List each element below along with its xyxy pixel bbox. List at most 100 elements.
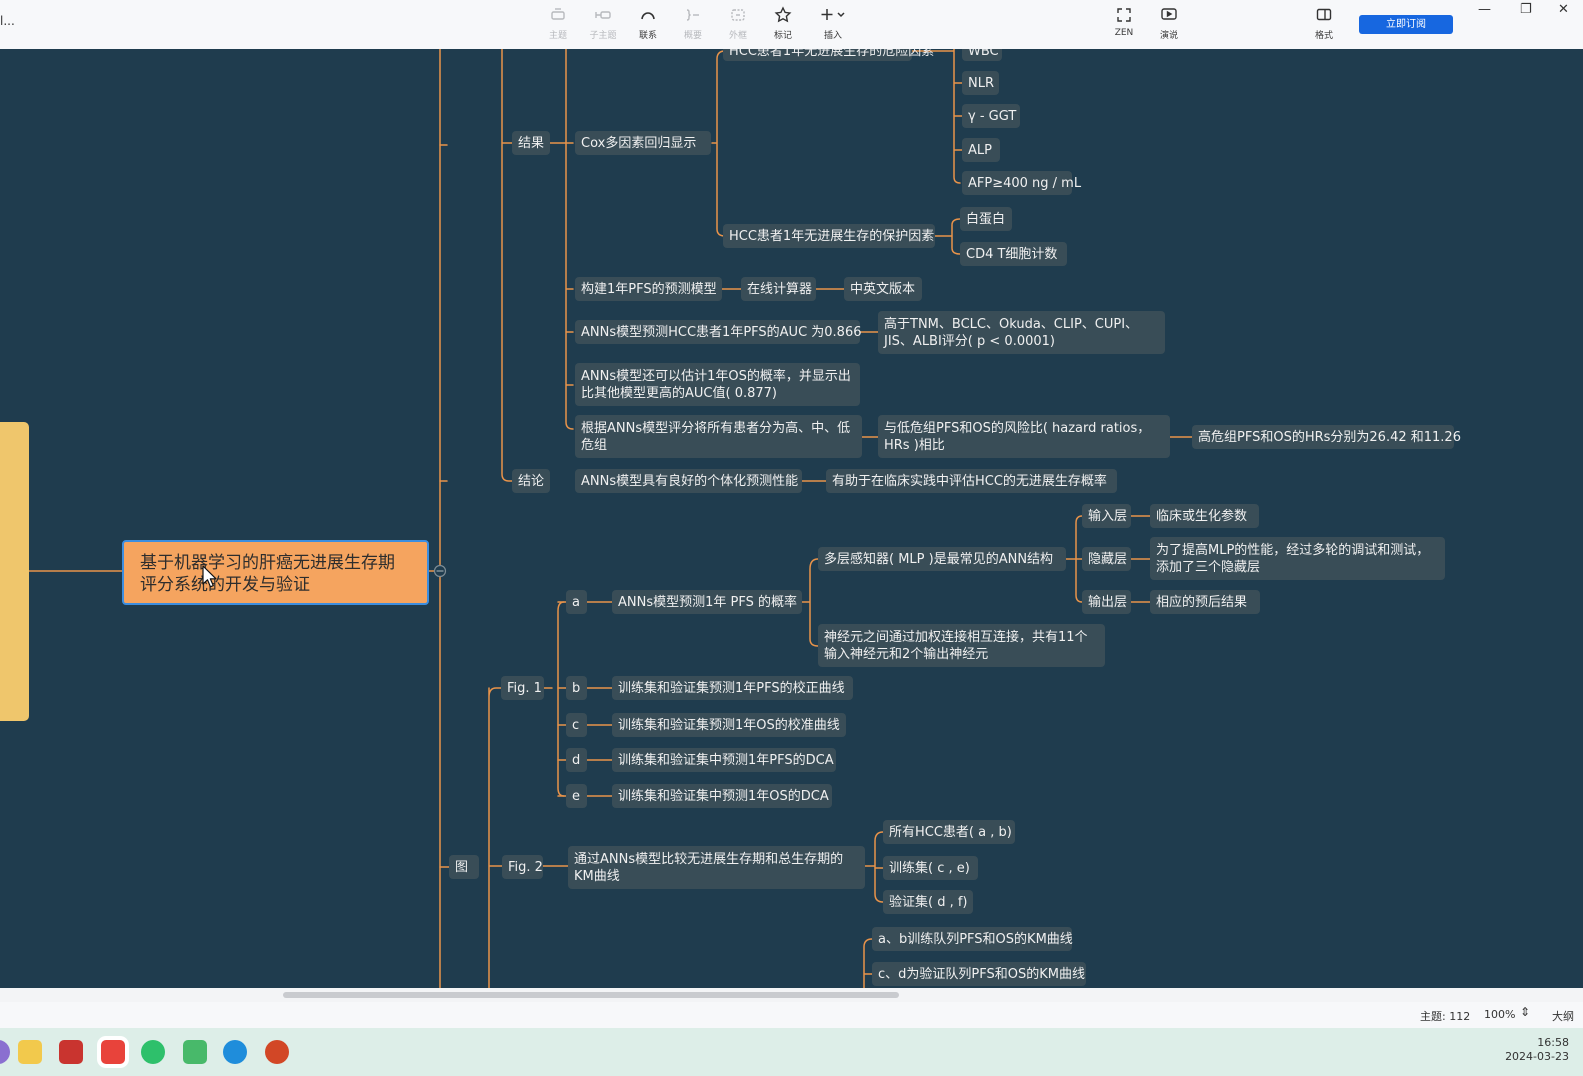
wbc-node[interactable]: WBC <box>962 49 1002 61</box>
cd4-node[interactable]: CD4 T细胞计数 <box>960 242 1067 266</box>
fig1-a-label[interactable]: a <box>566 590 587 614</box>
fig1-node[interactable]: Fig. 1 <box>501 676 544 700</box>
input-layer-value-node[interactable]: 临床或生化参数 <box>1150 504 1259 528</box>
fig1-d-label[interactable]: d <box>566 748 587 772</box>
auc-node[interactable]: ANNs模型预测HCC患者1年PFS的AUC 为0.866 <box>575 320 862 344</box>
title-bar: l... 主题 子主题 联系 概要 外框 标记 插入 ZEN 演说 格式 立即订… <box>0 0 1583 50</box>
parent-topic-edge[interactable] <box>0 422 29 721</box>
fig1-e-text[interactable]: 训练集和验证集中预测1年OS的DCA <box>612 784 832 808</box>
present-label: 演说 <box>1159 31 1178 41</box>
topic-label: 主题 <box>548 31 567 41</box>
input-layer-node[interactable]: 输入层 <box>1082 504 1131 528</box>
hr-values-node[interactable]: 高危组PFS和OS的HRs分别为26.42 和11.26 <box>1192 425 1461 449</box>
horizontal-scrollbar[interactable] <box>0 988 1583 1002</box>
taskbar-app-icon[interactable] <box>0 1040 10 1064</box>
restore-button[interactable]: ❐ <box>1520 2 1532 17</box>
km-validation-node[interactable]: c、d为验证队列PFS和OS的KM曲线 <box>872 962 1086 986</box>
hazard-ratio-node[interactable]: 与低危组PFS和OS的风险比( hazard ratios，HRs )相比 <box>878 415 1170 458</box>
relation-button[interactable]: 联系 <box>628 6 668 41</box>
fig1-c-label[interactable]: c <box>566 713 587 737</box>
alp-node[interactable]: ALP <box>962 138 1000 162</box>
fig1-b-text[interactable]: 训练集和验证集预测1年PFS的校正曲线 <box>612 676 853 700</box>
output-layer-node[interactable]: 输出层 <box>1082 590 1131 614</box>
hcc-protective-factors[interactable]: HCC患者1年无进展生存的保护因素 <box>723 224 935 248</box>
minimize-button[interactable]: — <box>1478 2 1491 17</box>
albumin-node[interactable]: 白蛋白 <box>960 207 1012 231</box>
higher-than-scores-node[interactable]: 高于TNM、BCLC、Okuda、CLIP、CUPI、JIS、ALBI评分( p… <box>878 311 1165 354</box>
status-bar: 主题: 112 100% ⇕ 大纲 <box>0 1002 1583 1028</box>
fig2-node[interactable]: Fig. 2 <box>502 855 543 879</box>
window-title: l... <box>0 14 15 28</box>
bilingual-version-node[interactable]: 中英文版本 <box>844 277 922 301</box>
xmind-icon[interactable] <box>101 1040 125 1064</box>
validation-set-node[interactable]: 验证集( d , f) <box>883 890 973 914</box>
ggt-node[interactable]: γ - GGT <box>962 104 1020 128</box>
conclusion-node[interactable]: 结论 <box>512 469 550 493</box>
fig2-text-node[interactable]: 通过ANNs模型比较无进展生存期和总生存期的KM曲线 <box>568 846 865 889</box>
file-explorer-icon[interactable] <box>18 1040 42 1064</box>
plus-icon <box>810 6 856 28</box>
zotero-icon[interactable] <box>59 1040 83 1064</box>
fig1-b-label[interactable]: b <box>566 676 587 700</box>
build-model-node[interactable]: 构建1年PFS的预测模型 <box>575 277 722 301</box>
zoom-stepper-icon[interactable]: ⇕ <box>1520 1005 1530 1019</box>
insert-label: 插入 <box>823 31 842 41</box>
horizontal-scrollbar-thumb[interactable] <box>283 992 899 998</box>
figures-node[interactable]: 图 <box>449 855 479 879</box>
subscribe-button[interactable]: 立即订阅 <box>1359 15 1453 34</box>
training-set-node[interactable]: 训练集( c , e) <box>883 856 978 880</box>
central-topic[interactable]: 基于机器学习的肝癌无进展生存期评分系统的开发与验证 <box>122 540 429 605</box>
fullscreen-icon <box>1104 6 1144 28</box>
wechat-icon[interactable] <box>141 1040 165 1064</box>
marker-button[interactable]: 标记 <box>763 6 803 41</box>
os-probability-node[interactable]: ANNs模型还可以估计1年OS的概率，并显示出比其他模型更高的AUC值( 0.8… <box>575 363 860 406</box>
close-button[interactable]: ✕ <box>1558 2 1569 17</box>
taskbar: 16:58 2024-03-23 <box>0 1028 1583 1076</box>
boundary-button[interactable]: 外框 <box>718 6 758 41</box>
afp-node[interactable]: AFP≥400 ng / mL <box>962 171 1081 195</box>
mindmap-canvas[interactable]: 基于机器学习的肝癌无进展生存期评分系统的开发与验证 HCC患者1年无进展生存的危… <box>0 49 1583 988</box>
screen-share-icon[interactable] <box>183 1040 207 1064</box>
fig1-a-text[interactable]: ANNs模型预测1年 PFS 的概率 <box>612 590 802 614</box>
hidden-layer-value-node[interactable]: 为了提高MLP的性能，经过多轮的调试和测试，添加了三个隐藏层 <box>1150 537 1445 580</box>
cox-regression-node[interactable]: Cox多因素回归显示 <box>575 131 711 155</box>
relation-label: 联系 <box>638 31 657 41</box>
boundary-icon <box>718 6 758 28</box>
subtopic-button[interactable]: 子主题 <box>583 6 623 41</box>
km-training-node[interactable]: a、b训练队列PFS和OS的KM曲线 <box>872 927 1073 951</box>
all-hcc-patients-node[interactable]: 所有HCC患者( a , b) <box>883 820 1015 844</box>
play-icon <box>1149 6 1189 28</box>
powerpoint-icon[interactable] <box>265 1040 289 1064</box>
clinical-utility-node[interactable]: 有助于在临床实践中评估HCC的无进展生存概率 <box>826 469 1117 493</box>
results-node[interactable]: 结果 <box>512 131 550 155</box>
mlp-node[interactable]: 多层感知器( MLP )是最常见的ANN结构 <box>818 547 1066 571</box>
format-button[interactable]: 格式 <box>1304 6 1344 41</box>
outline-button[interactable]: 大纲 <box>1552 1008 1574 1024</box>
topic-button[interactable]: 主题 <box>538 6 578 41</box>
summary-button[interactable]: 概要 <box>673 6 713 41</box>
clock-date: 2024-03-23 <box>1505 1050 1569 1063</box>
fig1-d-text[interactable]: 训练集和验证集中预测1年PFS的DCA <box>612 748 836 772</box>
nlr-node[interactable]: NLR <box>962 71 999 95</box>
present-button[interactable]: 演说 <box>1149 6 1189 41</box>
subtopic-icon <box>583 6 623 28</box>
fig1-e-label[interactable]: e <box>566 784 587 808</box>
conclusion-text-node[interactable]: ANNs模型具有良好的个体化预测性能 <box>575 469 802 493</box>
system-clock[interactable]: 16:58 2024-03-23 <box>1505 1036 1569 1064</box>
hcc-risk-factors[interactable]: HCC患者1年无进展生存的危险因素 <box>723 49 934 61</box>
neuron-connection-node[interactable]: 神经元之间通过加权连接相互连接，共有11个输入神经元和2个输出神经元 <box>818 624 1105 667</box>
star-icon <box>763 6 803 28</box>
online-calculator-node[interactable]: 在线计算器 <box>741 277 816 301</box>
zen-label: ZEN <box>1114 28 1134 38</box>
output-layer-value-node[interactable]: 相应的预后结果 <box>1150 590 1260 614</box>
relation-icon <box>628 6 668 28</box>
format-panel-icon <box>1304 6 1344 28</box>
hidden-layer-node[interactable]: 隐藏层 <box>1082 547 1131 571</box>
zen-button[interactable]: ZEN <box>1104 6 1144 38</box>
mouse-cursor-icon <box>202 565 217 588</box>
insert-button[interactable]: 插入 <box>810 6 856 41</box>
zoom-level[interactable]: 100% <box>1484 1008 1515 1021</box>
fig1-c-text[interactable]: 训练集和验证集预测1年OS的校准曲线 <box>612 713 846 737</box>
risk-group-node[interactable]: 根据ANNs模型评分将所有患者分为高、中、低危组 <box>575 415 862 458</box>
edge-browser-icon[interactable] <box>223 1040 247 1064</box>
